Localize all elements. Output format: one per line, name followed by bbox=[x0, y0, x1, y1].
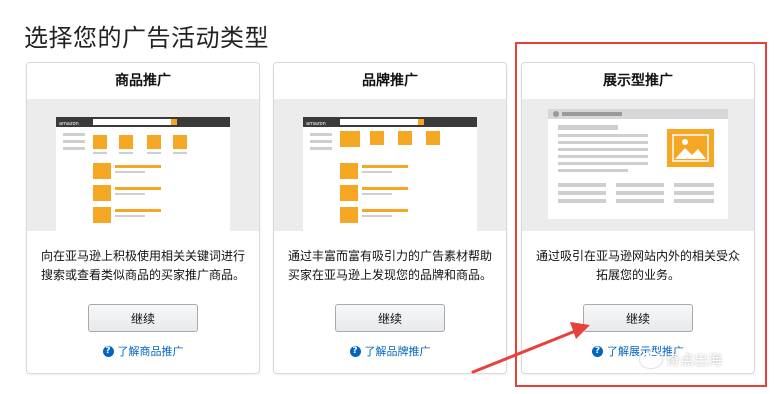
help-icon: ? bbox=[592, 345, 603, 357]
amazon-logo: amazon bbox=[306, 121, 326, 127]
sponsored-products-mockup: amazon bbox=[56, 117, 230, 231]
sponsored-brands-illustration: amazon bbox=[274, 99, 506, 231]
card-description: 通过吸引在亚马逊网站内外的相关受众拓展您的业务。 bbox=[535, 249, 740, 282]
card-title: 商品推广 bbox=[115, 73, 171, 89]
card-sponsored-brands: 品牌推广 amazon 通过丰富而富有吸引力的广告素材帮助买家在亚马逊上发现您的… bbox=[273, 62, 507, 374]
page-title: 选择您的广告活动类型 bbox=[24, 24, 269, 52]
sponsored-brands-mockup: amazon bbox=[303, 117, 477, 231]
watermark: 奇点出海 bbox=[640, 350, 722, 370]
learn-link-label[interactable]: 了解商品推广 bbox=[118, 343, 184, 359]
help-icon: ? bbox=[102, 345, 114, 357]
card-description: 通过丰富而富有吸引力的广告素材帮助买家在亚马逊上发现您的品牌和商品。 bbox=[287, 249, 492, 282]
help-icon: ? bbox=[349, 345, 361, 357]
watermark-text: 奇点出海 bbox=[666, 353, 722, 369]
learn-sponsored-products-link[interactable]: ? 了解商品推广 bbox=[27, 343, 259, 359]
sponsored-products-illustration: amazon bbox=[27, 99, 259, 231]
learn-link-label[interactable]: 了解品牌推广 bbox=[365, 343, 431, 359]
continue-button[interactable]: 继续 bbox=[88, 304, 198, 332]
sponsored-display-illustration bbox=[522, 99, 754, 231]
card-title: 品牌推广 bbox=[362, 73, 418, 89]
sponsored-display-mockup bbox=[548, 109, 728, 219]
amazon-logo: amazon bbox=[59, 121, 79, 127]
mountain-sun-icon bbox=[682, 139, 688, 145]
learn-sponsored-brands-link[interactable]: ? 了解品牌推广 bbox=[274, 343, 506, 359]
card-sponsored-products: 商品推广 amazon 向在亚马逊上积极使用相关关键词进行搜索或查看类似商品的买… bbox=[26, 62, 260, 374]
card-description: 向在亚马逊上积极使用相关关键词进行搜索或查看类似商品的买家推广商品。 bbox=[40, 249, 245, 282]
watermark-logo-icon bbox=[640, 352, 662, 368]
continue-button[interactable]: 继续 bbox=[335, 304, 445, 332]
card-title: 展示型推广 bbox=[603, 73, 673, 89]
card-sponsored-display: 展示型推广 通过吸引在亚马逊网站内外的相关受众拓展您的业务。 继续 ? 了解展示… bbox=[521, 62, 755, 374]
continue-button[interactable]: 继续 bbox=[583, 304, 693, 332]
